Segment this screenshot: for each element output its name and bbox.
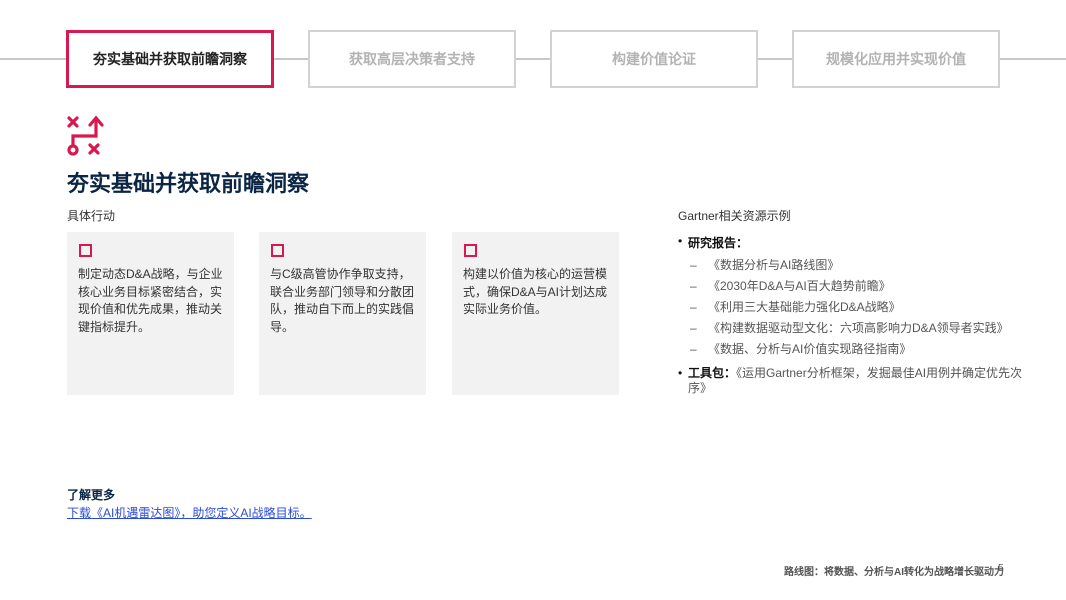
research-reports-list: – 《数据分析与AI路线图》 – 《2030年D&A与AI百大趋势前瞻》 – 《利用三… — [678, 255, 1038, 360]
learn-more-section: 了解更多 下载《AI机遇雷达图》，助您定义AI战略目标。 — [67, 486, 312, 522]
strategy-play-icon — [64, 114, 108, 162]
checkbox-icon — [271, 244, 284, 257]
research-report-item[interactable]: – 《2030年D&A与AI百大趋势前瞻》 — [678, 276, 1038, 297]
toolkit-title: 工具包： — [688, 366, 737, 380]
dash-marker: – — [690, 279, 697, 293]
research-report-item[interactable]: – 《数据分析与AI路线图》 — [678, 255, 1038, 276]
page-number: 5 — [998, 563, 1004, 574]
research-reports-title: 研究报告： — [678, 234, 1038, 251]
research-report-title: 《构建数据驱动型文化：六项高影响力D&A领导者实践》 — [708, 321, 1009, 335]
download-radar-link[interactable]: 下载《AI机遇雷达图》，助您定义AI战略目标。 — [67, 506, 312, 520]
step-executive-support[interactable]: 获取高层决策者支持 — [308, 30, 516, 88]
action-card: 构建以价值为核心的运营模式，确保D&A与AI计划达成实际业务价值。 — [452, 232, 619, 395]
footer-text: 路线图：将数据、分析与AI转化为战略增长驱动力 — [784, 567, 1004, 578]
learn-more-title: 了解更多 — [67, 488, 116, 502]
research-report-title: 《利用三大基础能力强化D&A战略》 — [708, 300, 901, 314]
action-card: 与C级高管协作争取支持，联合业务部门领导和分散团队，推动自下而上的实践倡导。 — [259, 232, 426, 395]
action-card-text: 制定动态D&A战略，与企业核心业务目标紧密结合，实现价值和优先成果，推动关键指标… — [78, 267, 223, 334]
checkbox-icon — [464, 244, 477, 257]
research-report-title: 《2030年D&A与AI百大趋势前瞻》 — [708, 279, 891, 293]
research-report-title: 《数据、分析与AI价值实现路径指南》 — [708, 342, 912, 356]
toolkit-item[interactable]: 工具包：《运用Gartner分析框架，发掘最佳AI用例并确定优先次序》 — [678, 366, 1038, 396]
roadmap-stepper: 夯实基础并获取前瞻洞察 获取高层决策者支持 构建价值论证 规模化应用并实现价值 — [0, 30, 1066, 88]
checkbox-icon — [79, 244, 92, 257]
resources-panel: Gartner相关资源示例 研究报告： –《数据分析与AI路线图》 –《2030… — [678, 207, 1038, 396]
action-card-text: 构建以价值为核心的运营模式，确保D&A与AI计划达成实际业务价值。 — [463, 267, 608, 316]
dash-marker: – — [690, 342, 697, 356]
resources-heading: Gartner相关资源示例 — [678, 209, 791, 223]
research-report-title: 《数据分析与AI路线图》 — [708, 258, 840, 272]
dash-marker: – — [690, 258, 697, 272]
toolkit-text: 《运用Gartner分析框架，发掘最佳AI用例并确定优先次序》 — [688, 366, 1023, 395]
page-title: 夯实基础并获取前瞻洞察 — [67, 171, 310, 196]
research-report-item[interactable]: – 《构建数据驱动型文化：六项高影响力D&A领导者实践》 — [678, 318, 1038, 339]
step-foundation-insight[interactable]: 夯实基础并获取前瞻洞察 — [66, 30, 274, 88]
actions-heading: 具体行动 — [67, 209, 116, 223]
dash-marker: – — [690, 300, 697, 314]
step-value-case[interactable]: 构建价值论证 — [550, 30, 758, 88]
research-report-item[interactable]: – 《利用三大基础能力强化D&A战略》 — [678, 297, 1038, 318]
dash-marker: – — [690, 321, 697, 335]
action-card: 制定动态D&A战略，与企业核心业务目标紧密结合，实现价值和优先成果，推动关键指标… — [67, 232, 234, 395]
action-card-text: 与C级高管协作争取支持，联合业务部门领导和分散团队，推动自下而上的实践倡导。 — [270, 267, 415, 334]
step-scale-value[interactable]: 规模化应用并实现价值 — [792, 30, 1000, 88]
research-report-item[interactable]: – 《数据、分析与AI价值实现路径指南》 — [678, 339, 1038, 360]
